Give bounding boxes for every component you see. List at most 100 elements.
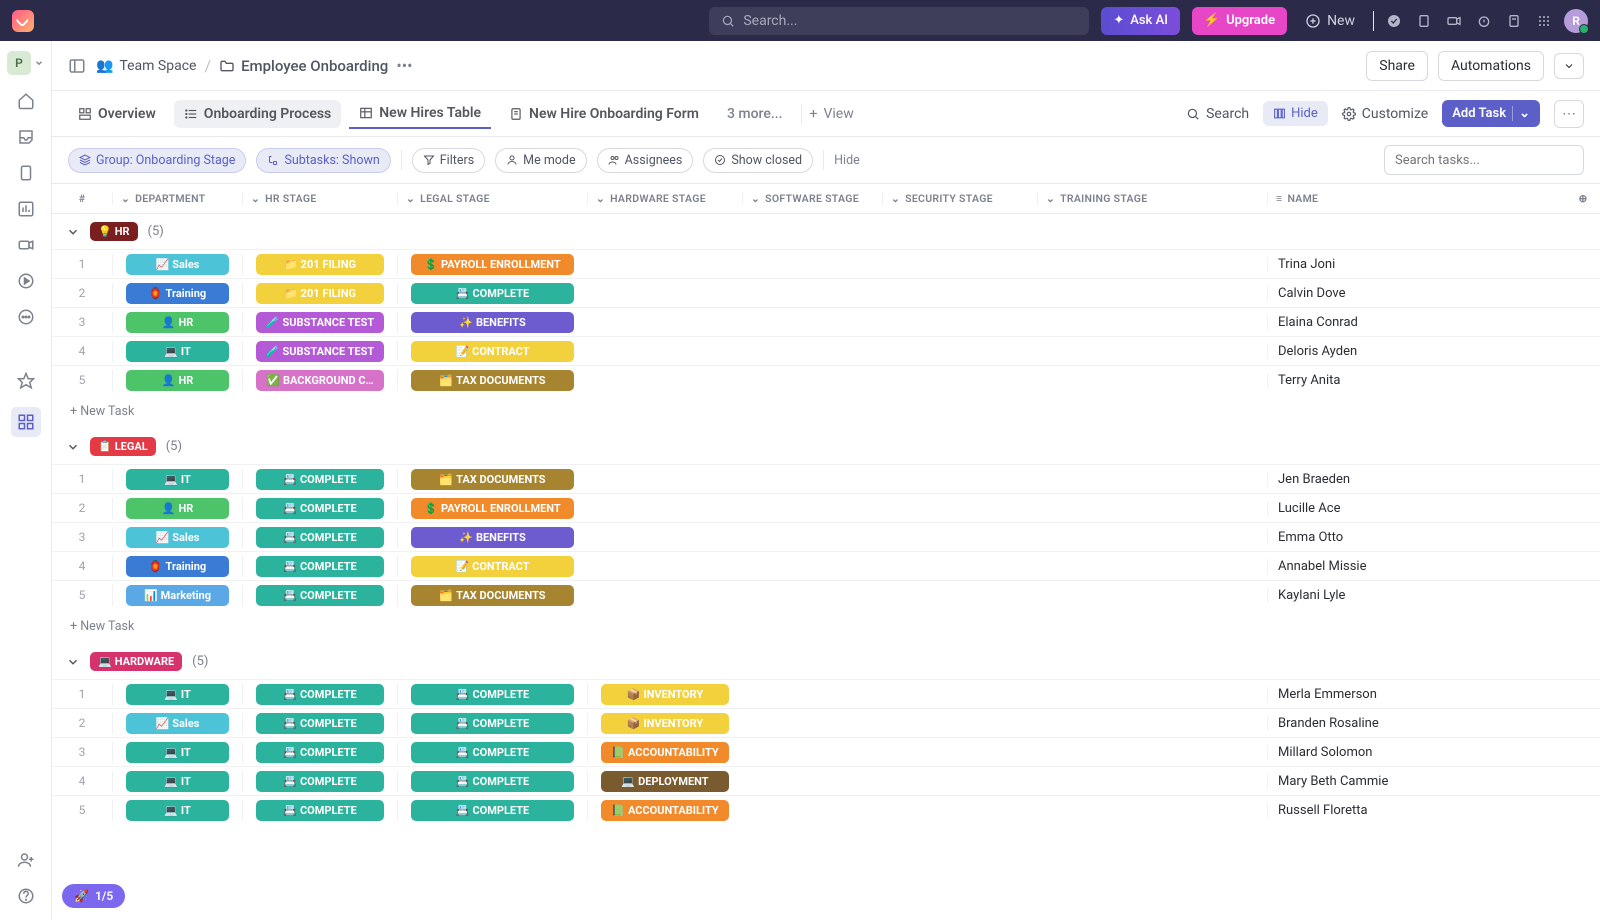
task-name[interactable]: Emma Otto — [1267, 530, 1600, 545]
table-row[interactable]: 2 📈Sales 📇COMPLETE 📇COMPLETE 📦INVENTORY … — [52, 708, 1600, 737]
task-name[interactable]: Jen Braeden — [1267, 472, 1600, 487]
status-tag[interactable]: 💻IT — [126, 742, 229, 763]
status-tag[interactable]: ✅BACKGROUND C… — [256, 370, 384, 391]
table-row[interactable]: 5 📊Marketing 📇COMPLETE 🗂️TAX DOCUMENTS K… — [52, 580, 1600, 609]
chevron-down-icon[interactable]: ⌄ — [1512, 106, 1530, 121]
tab-more-views[interactable]: 3 more... — [717, 100, 793, 128]
task-search-input[interactable] — [1384, 145, 1584, 175]
breadcrumb-space[interactable]: 👥 Team Space — [96, 58, 196, 74]
subtasks-pill[interactable]: Subtasks: Shown — [256, 148, 390, 173]
status-tag[interactable]: 💻IT — [126, 684, 229, 705]
status-tag[interactable]: 📇COMPLETE — [411, 713, 574, 734]
new-task-button[interactable]: + New Task — [52, 609, 1600, 644]
hide-columns-button[interactable]: Hide — [1263, 101, 1328, 126]
new-task-button[interactable]: + New Task — [52, 394, 1600, 429]
group-pill[interactable]: Group: Onboarding Stage — [68, 148, 246, 173]
status-tag[interactable]: 📗ACCOUNTABILITY — [601, 742, 729, 763]
table-row[interactable]: 3 💻IT 📇COMPLETE 📇COMPLETE 📗ACCOUNTABILIT… — [52, 737, 1600, 766]
status-tag[interactable]: 🏮Training — [126, 283, 229, 304]
favorites-icon[interactable] — [16, 371, 36, 391]
onboarding-progress-pill[interactable]: 🚀 1/5 — [62, 884, 125, 908]
tab-overview[interactable]: Overview — [68, 100, 166, 128]
tab-new-hires-table[interactable]: New Hires Table — [349, 99, 491, 129]
status-tag[interactable]: 📇COMPLETE — [411, 800, 574, 821]
tab-onboarding-form[interactable]: New Hire Onboarding Form — [499, 100, 709, 128]
status-tag[interactable]: 📇COMPLETE — [256, 556, 384, 577]
status-tag[interactable]: 💻DEPLOYMENT — [601, 771, 729, 792]
view-kebab-button[interactable]: ⋯ — [1554, 100, 1584, 128]
home-icon[interactable] — [16, 91, 36, 111]
status-tag[interactable]: 📈Sales — [126, 527, 229, 548]
col-training-stage[interactable]: ⌄TRAINING STAGE — [1037, 192, 1267, 205]
ask-ai-button[interactable]: ✦ Ask AI — [1101, 7, 1180, 35]
customize-button[interactable]: Customize — [1342, 106, 1428, 122]
filters-pill[interactable]: Filters — [412, 148, 485, 173]
status-tag[interactable]: 📇COMPLETE — [411, 771, 574, 792]
status-tag[interactable]: 👤HR — [126, 312, 229, 333]
status-tag[interactable]: 📇COMPLETE — [256, 713, 384, 734]
table-row[interactable]: 3 📈Sales 📇COMPLETE ✨BENEFITS Emma Otto — [52, 522, 1600, 551]
timesheets-icon[interactable] — [16, 271, 36, 291]
col-department[interactable]: ⌄DEPARTMENT — [112, 192, 242, 205]
status-tag[interactable]: 💻IT — [126, 341, 229, 362]
table-row[interactable]: 4 💻IT 📇COMPLETE 📇COMPLETE 💻DEPLOYMENT Ma… — [52, 766, 1600, 795]
user-avatar[interactable]: R — [1564, 9, 1588, 33]
group-header[interactable]: 💻HARDWARE (5) — [52, 644, 1600, 679]
add-column-button[interactable]: ⊕ — [1566, 192, 1600, 205]
help-icon[interactable] — [16, 886, 36, 906]
status-tag[interactable]: 📝CONTRACT — [411, 556, 574, 577]
status-tag[interactable]: 📇COMPLETE — [256, 684, 384, 705]
table-row[interactable]: 1 💻IT 📇COMPLETE 🗂️TAX DOCUMENTS Jen Brae… — [52, 464, 1600, 493]
app-logo[interactable] — [12, 10, 34, 32]
status-tag[interactable]: 📇COMPLETE — [411, 684, 574, 705]
task-name[interactable]: Kaylani Lyle — [1267, 588, 1600, 603]
view-search-button[interactable]: Search — [1186, 106, 1249, 122]
more-icon[interactable] — [16, 307, 36, 327]
spaces-icon[interactable] — [11, 407, 41, 437]
global-search[interactable]: Search... — [709, 7, 1089, 35]
share-button[interactable]: Share — [1366, 51, 1428, 81]
table-row[interactable]: 3 👤HR 🧪SUBSTANCE TEST ✨BENEFITS Elaina C… — [52, 307, 1600, 336]
add-task-button[interactable]: Add Task⌄ — [1442, 100, 1540, 127]
status-tag[interactable]: 📇COMPLETE — [256, 498, 384, 519]
show-closed-pill[interactable]: Show closed — [703, 148, 813, 173]
table-row[interactable]: 1 📈Sales 📁201 FILING 💲PAYROLL ENROLLMENT… — [52, 249, 1600, 278]
task-name[interactable]: Trina Joni — [1267, 257, 1600, 272]
status-tag[interactable]: 💲PAYROLL ENROLLMENT — [411, 498, 574, 519]
more-options-icon[interactable]: ••• — [396, 56, 412, 75]
col-security-stage[interactable]: ⌄SECURITY STAGE — [882, 192, 1037, 205]
task-name[interactable]: Mary Beth Cammie — [1267, 774, 1600, 789]
status-tag[interactable]: 🗂️TAX DOCUMENTS — [411, 469, 574, 490]
group-header[interactable]: 💡HR (5) — [52, 214, 1600, 249]
group-header[interactable]: 📋LEGAL (5) — [52, 429, 1600, 464]
invite-icon[interactable] — [16, 850, 36, 870]
docs-icon[interactable] — [16, 163, 36, 183]
task-name[interactable]: Elaina Conrad — [1267, 315, 1600, 330]
dashboards-icon[interactable] — [16, 199, 36, 219]
status-tag[interactable]: 📝CONTRACT — [411, 341, 574, 362]
clips-icon[interactable] — [16, 235, 36, 255]
status-tag[interactable]: 🏮Training — [126, 556, 229, 577]
video-icon[interactable] — [1446, 13, 1462, 29]
col-hr-stage[interactable]: ⌄HR STAGE — [242, 192, 397, 205]
table-row[interactable]: 1 💻IT 📇COMPLETE 📇COMPLETE 📦INVENTORY Mer… — [52, 679, 1600, 708]
status-tag[interactable]: 📇COMPLETE — [256, 527, 384, 548]
status-tag[interactable]: 📊Marketing — [126, 585, 229, 606]
status-tag[interactable]: 📦INVENTORY — [601, 684, 729, 705]
inbox-icon[interactable] — [16, 127, 36, 147]
task-name[interactable]: Millard Solomon — [1267, 745, 1600, 760]
table-row[interactable]: 4 🏮Training 📇COMPLETE 📝CONTRACT Annabel … — [52, 551, 1600, 580]
status-tag[interactable]: 💻IT — [126, 800, 229, 821]
status-tag[interactable]: 📇COMPLETE — [256, 585, 384, 606]
status-tag[interactable]: ✨BENEFITS — [411, 527, 574, 548]
status-tag[interactable]: 🗂️TAX DOCUMENTS — [411, 585, 574, 606]
check-circle-icon[interactable] — [1386, 13, 1402, 29]
workspace-switcher[interactable]: P — [7, 51, 44, 75]
status-tag[interactable]: 💲PAYROLL ENROLLMENT — [411, 254, 574, 275]
col-hardware-stage[interactable]: ⌄HARDWARE STAGE — [587, 192, 742, 205]
upgrade-button[interactable]: ⚡ Upgrade — [1192, 7, 1287, 35]
automations-button[interactable]: Automations — [1438, 51, 1544, 81]
status-tag[interactable]: 👤HR — [126, 498, 229, 519]
status-tag[interactable]: 🧪SUBSTANCE TEST — [256, 341, 384, 362]
table-row[interactable]: 2 🏮Training 📁201 FILING 📇COMPLETE Calvin… — [52, 278, 1600, 307]
